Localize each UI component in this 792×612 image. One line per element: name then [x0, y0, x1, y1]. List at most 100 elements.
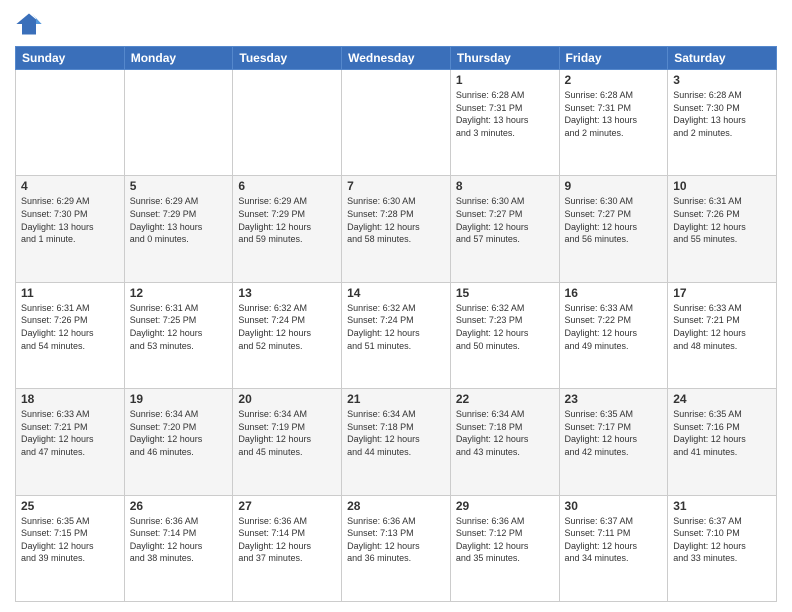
logo-icon [15, 10, 43, 38]
calendar-day-cell: 25 Sunrise: 6:35 AM Sunset: 7:15 PM Dayli… [16, 495, 125, 601]
day-info: Sunrise: 6:32 AM Sunset: 7:23 PM Dayligh… [456, 302, 554, 352]
calendar-day-cell: 24 Sunrise: 6:35 AM Sunset: 7:16 PM Dayli… [668, 389, 777, 495]
calendar-day-cell [124, 70, 233, 176]
day-info: Sunrise: 6:29 AM Sunset: 7:30 PM Dayligh… [21, 195, 119, 245]
day-of-week-header: Sunday [16, 47, 125, 70]
day-info: Sunrise: 6:34 AM Sunset: 7:18 PM Dayligh… [456, 408, 554, 458]
logo [15, 10, 47, 38]
calendar-day-cell: 9 Sunrise: 6:30 AM Sunset: 7:27 PM Daylig… [559, 176, 668, 282]
day-number: 7 [347, 179, 445, 193]
day-number: 2 [565, 73, 663, 87]
day-number: 6 [238, 179, 336, 193]
day-info: Sunrise: 6:34 AM Sunset: 7:20 PM Dayligh… [130, 408, 228, 458]
day-info: Sunrise: 6:28 AM Sunset: 7:31 PM Dayligh… [565, 89, 663, 139]
day-number: 12 [130, 286, 228, 300]
day-number: 15 [456, 286, 554, 300]
day-of-week-header: Friday [559, 47, 668, 70]
calendar-day-cell: 20 Sunrise: 6:34 AM Sunset: 7:19 PM Dayli… [233, 389, 342, 495]
calendar-day-cell: 21Sunrise: 6:34 AM Sunset: 7:18 PM Dayli… [342, 389, 451, 495]
day-number: 20 [238, 392, 336, 406]
calendar-day-cell: 13 Sunrise: 6:32 AM Sunset: 7:24 PM Dayli… [233, 282, 342, 388]
day-info: Sunrise: 6:29 AM Sunset: 7:29 PM Dayligh… [238, 195, 336, 245]
calendar-day-cell: 14 Sunrise: 6:32 AM Sunset: 7:24 PM Dayli… [342, 282, 451, 388]
day-info: Sunrise: 6:29 AM Sunset: 7:29 PM Dayligh… [130, 195, 228, 245]
calendar-day-cell: 30Sunrise: 6:37 AM Sunset: 7:11 PM Dayli… [559, 495, 668, 601]
day-of-week-header: Saturday [668, 47, 777, 70]
day-number: 26 [130, 499, 228, 513]
calendar-table: SundayMondayTuesdayWednesdayThursdayFrid… [15, 46, 777, 602]
calendar-day-cell: 7 Sunrise: 6:30 AM Sunset: 7:28 PM Daylig… [342, 176, 451, 282]
calendar-day-cell: 22 Sunrise: 6:34 AM Sunset: 7:18 PM Dayli… [450, 389, 559, 495]
calendar-day-cell: 12 Sunrise: 6:31 AM Sunset: 7:25 PM Dayli… [124, 282, 233, 388]
day-info: Sunrise: 6:32 AM Sunset: 7:24 PM Dayligh… [238, 302, 336, 352]
calendar-day-cell: 31 Sunrise: 6:37 AM Sunset: 7:10 PM Dayli… [668, 495, 777, 601]
day-number: 24 [673, 392, 771, 406]
day-number: 22 [456, 392, 554, 406]
day-number: 4 [21, 179, 119, 193]
day-number: 30 [565, 499, 663, 513]
day-number: 28 [347, 499, 445, 513]
calendar-day-cell: 11 Sunrise: 6:31 AM Sunset: 7:26 PM Dayli… [16, 282, 125, 388]
day-number: 23 [565, 392, 663, 406]
calendar-day-cell: 4 Sunrise: 6:29 AM Sunset: 7:30 PM Daylig… [16, 176, 125, 282]
day-info: Sunrise: 6:33 AM Sunset: 7:22 PM Dayligh… [565, 302, 663, 352]
calendar-day-cell: 1Sunrise: 6:28 AM Sunset: 7:31 PM Daylig… [450, 70, 559, 176]
day-info: Sunrise: 6:30 AM Sunset: 7:27 PM Dayligh… [565, 195, 663, 245]
calendar-day-cell: 29 Sunrise: 6:36 AM Sunset: 7:12 PM Dayli… [450, 495, 559, 601]
calendar-day-cell: 23 Sunrise: 6:35 AM Sunset: 7:17 PM Dayli… [559, 389, 668, 495]
day-info: Sunrise: 6:28 AM Sunset: 7:30 PM Dayligh… [673, 89, 771, 139]
day-number: 10 [673, 179, 771, 193]
day-info: Sunrise: 6:34 AM Sunset: 7:18 PM Dayligh… [347, 408, 445, 458]
day-number: 8 [456, 179, 554, 193]
day-info: Sunrise: 6:30 AM Sunset: 7:28 PM Dayligh… [347, 195, 445, 245]
day-info: Sunrise: 6:36 AM Sunset: 7:14 PM Dayligh… [238, 515, 336, 565]
calendar-day-cell: 16 Sunrise: 6:33 AM Sunset: 7:22 PM Dayli… [559, 282, 668, 388]
day-number: 31 [673, 499, 771, 513]
header-row: SundayMondayTuesdayWednesdayThursdayFrid… [16, 47, 777, 70]
day-number: 3 [673, 73, 771, 87]
day-number: 1 [456, 73, 554, 87]
calendar-day-cell: 15 Sunrise: 6:32 AM Sunset: 7:23 PM Dayli… [450, 282, 559, 388]
calendar-day-cell: 27 Sunrise: 6:36 AM Sunset: 7:14 PM Dayli… [233, 495, 342, 601]
day-number: 17 [673, 286, 771, 300]
calendar-week-row: 1 Sunrise: 6:28 AM Sunset: 7:31 PM Daylig… [16, 70, 777, 176]
day-info: Sunrise: 6:34 AM Sunset: 7:19 PM Dayligh… [238, 408, 336, 458]
day-info: Sunrise: 6:35 AM Sunset: 7:15 PM Dayligh… [21, 515, 119, 565]
day-info: Sunrise: 6:35 AM Sunset: 7:16 PM Dayligh… [673, 408, 771, 458]
page: SundayMondayTuesdayWednesdayThursdayFrid… [0, 0, 792, 612]
calendar-day-cell [233, 70, 342, 176]
day-number: 29 [456, 499, 554, 513]
calendar-day-cell: 26 Sunrise: 6:36 AM Sunset: 7:14 PM Dayli… [124, 495, 233, 601]
day-number: 14 [347, 286, 445, 300]
day-number: 16 [565, 286, 663, 300]
day-info: Sunrise: 6:36 AM Sunset: 7:12 PM Dayligh… [456, 515, 554, 565]
day-info: Sunrise: 6:31 AM Sunset: 7:25 PM Dayligh… [130, 302, 228, 352]
day-info: Sunrise: 6:37 AM Sunset: 7:10 PM Dayligh… [673, 515, 771, 565]
day-info: Sunrise: 6:31 AM Sunset: 7:26 PM Dayligh… [21, 302, 119, 352]
calendar-day-cell: 6 Sunrise: 6:29 AM Sunset: 7:29 PM Daylig… [233, 176, 342, 282]
day-info: Sunrise: 6:30 AM Sunset: 7:27 PM Dayligh… [456, 195, 554, 245]
day-info: Sunrise: 6:32 AM Sunset: 7:24 PM Dayligh… [347, 302, 445, 352]
calendar-day-cell [342, 70, 451, 176]
day-number: 5 [130, 179, 228, 193]
calendar-day-cell: 28Sunrise: 6:36 AM Sunset: 7:13 PM Dayli… [342, 495, 451, 601]
calendar-header: SundayMondayTuesdayWednesdayThursdayFrid… [16, 47, 777, 70]
day-number: 18 [21, 392, 119, 406]
day-number: 25 [21, 499, 119, 513]
day-number: 19 [130, 392, 228, 406]
day-number: 13 [238, 286, 336, 300]
day-of-week-header: Thursday [450, 47, 559, 70]
day-number: 9 [565, 179, 663, 193]
header [15, 10, 777, 38]
day-number: 11 [21, 286, 119, 300]
day-of-week-header: Tuesday [233, 47, 342, 70]
day-of-week-header: Wednesday [342, 47, 451, 70]
day-of-week-header: Monday [124, 47, 233, 70]
calendar-week-row: 25 Sunrise: 6:35 AM Sunset: 7:15 PM Dayli… [16, 495, 777, 601]
calendar-day-cell [16, 70, 125, 176]
day-info: Sunrise: 6:31 AM Sunset: 7:26 PM Dayligh… [673, 195, 771, 245]
day-number: 27 [238, 499, 336, 513]
day-info: Sunrise: 6:35 AM Sunset: 7:17 PM Dayligh… [565, 408, 663, 458]
day-info: Sunrise: 6:36 AM Sunset: 7:14 PM Dayligh… [130, 515, 228, 565]
calendar-day-cell: 5 Sunrise: 6:29 AM Sunset: 7:29 PM Daylig… [124, 176, 233, 282]
